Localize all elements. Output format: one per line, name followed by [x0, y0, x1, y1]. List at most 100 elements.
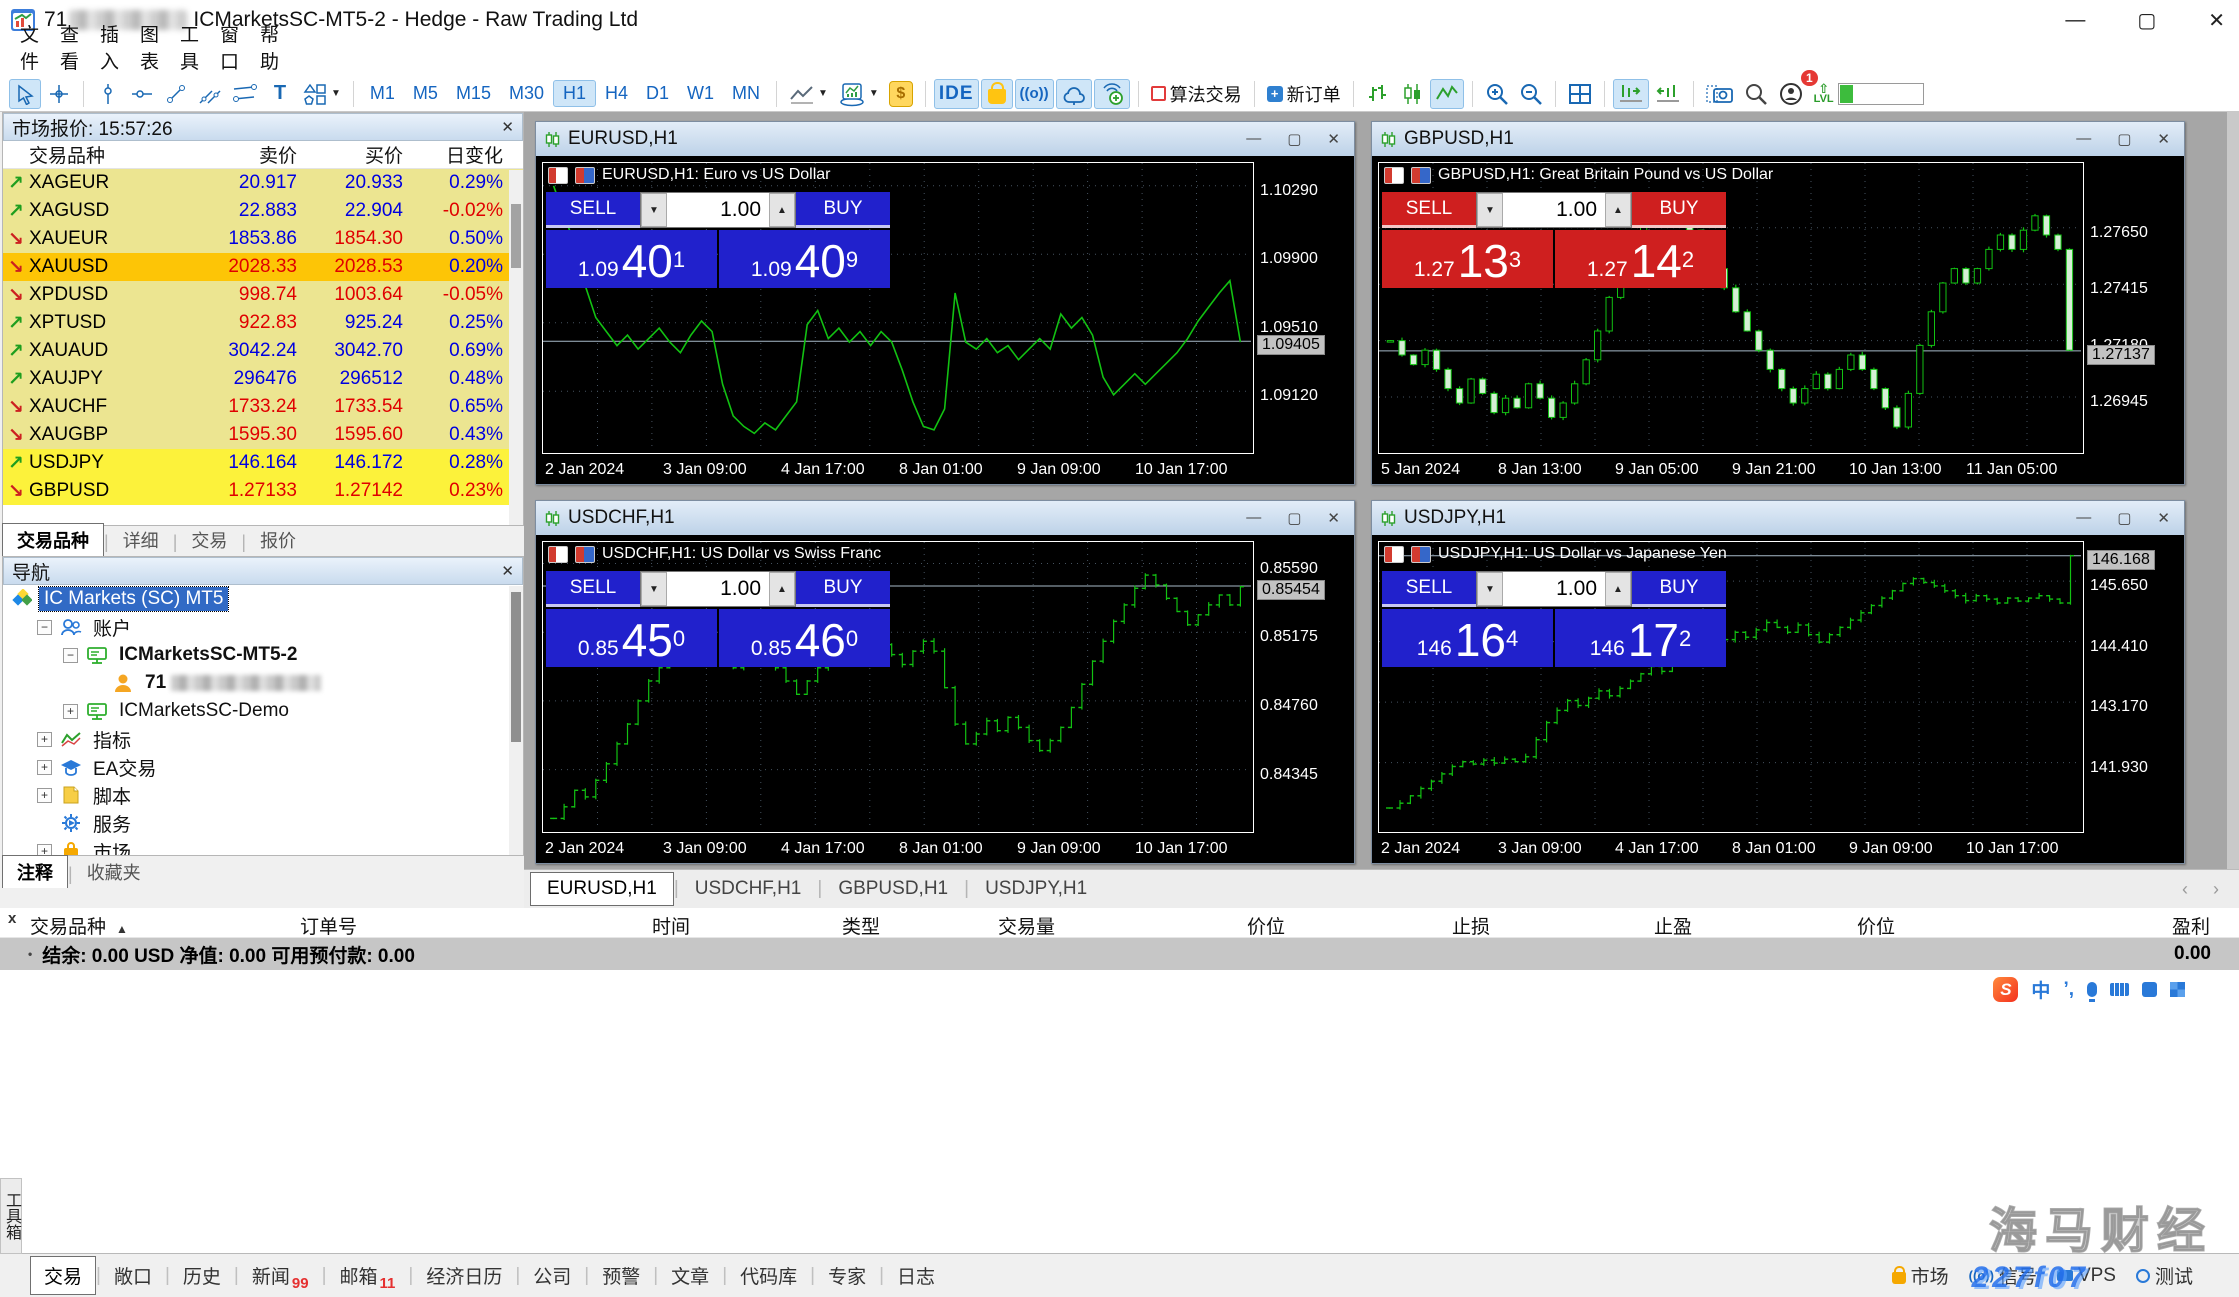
status-市场[interactable]: 市场 — [1892, 1262, 1949, 1289]
navigator-tab-1[interactable]: 收藏夹 — [73, 856, 155, 888]
ime-grid-icon[interactable] — [2170, 982, 2185, 997]
ide-button[interactable]: IDE — [934, 79, 979, 109]
timeframe-d1[interactable]: D1 — [637, 81, 678, 106]
toolbox-tab-邮箱[interactable]: 邮箱11 — [327, 1257, 409, 1294]
chart-window-titlebar[interactable]: USDJPY,H1 — ▢ ✕ — [1372, 501, 2184, 535]
indicators-menu-icon[interactable]: ▼ — [834, 79, 883, 109]
market-watch-close-icon[interactable]: ✕ — [501, 118, 514, 136]
market-watch-row[interactable]: ↘GBPUSD1.271331.271420.23% — [3, 477, 523, 505]
market-watch-row[interactable]: ↗XPTUSD922.83925.240.25% — [3, 309, 523, 337]
new-order-button[interactable]: +新订单 — [1263, 79, 1345, 109]
toolbox-tab-日志[interactable]: 日志 — [884, 1257, 948, 1294]
sogou-logo-icon[interactable]: S — [1993, 977, 2018, 1002]
trade-column-6[interactable]: 止损 — [1452, 912, 1490, 939]
sell-button[interactable]: SELL — [546, 571, 640, 607]
chart-restore-button[interactable]: ▢ — [1287, 509, 1301, 527]
navigator-scrollbar[interactable] — [509, 586, 523, 855]
toolbox-tab-历史[interactable]: 历史 — [170, 1257, 234, 1294]
trade-column-2[interactable]: 时间 — [652, 912, 690, 939]
chart-restore-button[interactable]: ▢ — [1287, 130, 1301, 148]
buy-price-display[interactable]: 0.85460 — [719, 609, 890, 667]
tree-expand-minus-icon[interactable]: − — [37, 620, 52, 635]
status-测试[interactable]: 测试 — [2136, 1262, 2193, 1289]
toolbox-side-tab[interactable]: 工具箱 — [0, 1178, 22, 1254]
buy-price-display[interactable]: 1.27142 — [1555, 230, 1726, 288]
depth-of-market-icon[interactable] — [548, 167, 568, 184]
market-watch-row[interactable]: ↗XAGEUR20.91720.9330.29% — [3, 169, 523, 197]
line-chart-mode-icon[interactable] — [1430, 79, 1464, 109]
toolbox-tab-代码库[interactable]: 代码库 — [727, 1257, 810, 1294]
buy-price-display[interactable]: 146172 — [1555, 609, 1726, 667]
market-watch-row[interactable]: ↗XAUAUD3042.243042.700.69% — [3, 337, 523, 365]
volume-increase-button[interactable]: ▲ — [1605, 193, 1631, 227]
chart-restore-button[interactable]: ▢ — [2117, 130, 2131, 148]
time-axis[interactable]: 2 Jan 20243 Jan 09:004 Jan 17:008 Jan 01… — [1378, 835, 2084, 863]
app-minimize-button[interactable]: — — [2065, 9, 2085, 32]
timeframe-m15[interactable]: M15 — [447, 81, 500, 106]
chart-canvas[interactable]: 1.276501.274151.271801.269451.27137 5 Ja… — [1372, 156, 2184, 484]
volume-input[interactable]: 1.00 — [1503, 572, 1605, 606]
broadcast-add-icon[interactable] — [1094, 79, 1130, 109]
chart-minimize-button[interactable]: — — [1246, 130, 1261, 148]
toolbox-tab-敞口[interactable]: 敞口 — [101, 1257, 165, 1294]
toolbox-close-icon[interactable]: x — [8, 910, 16, 927]
buy-button[interactable]: BUY — [796, 192, 890, 228]
navigator-item-6[interactable]: +EA交易 — [3, 753, 523, 781]
sell-price-display[interactable]: 146164 — [1382, 609, 1553, 667]
chart-shift-icon[interactable] — [1651, 79, 1685, 109]
chart-canvas[interactable]: 145.650144.410143.170141.930146.168 2 Ja… — [1372, 535, 2184, 863]
cloud-icon[interactable] — [1056, 79, 1092, 109]
time-axis[interactable]: 5 Jan 20248 Jan 13:009 Jan 05:009 Jan 21… — [1378, 456, 2084, 484]
ime-toolbox-icon[interactable] — [2142, 982, 2157, 997]
notifications-icon[interactable]: 1 — [1774, 79, 1808, 109]
chart-close-button[interactable]: ✕ — [2157, 130, 2170, 148]
candlestick-mode-icon[interactable] — [1396, 79, 1428, 109]
sell-button[interactable]: SELL — [1382, 192, 1476, 228]
chart-window-titlebar[interactable]: USDCHF,H1 — ▢ ✕ — [536, 501, 1354, 535]
trendline-tool-icon[interactable] — [160, 79, 192, 109]
price-axis[interactable]: 1.102901.099001.095101.091201.09405 — [1254, 162, 1354, 454]
ime-punctuation-toggle[interactable]: ’, — [2063, 979, 2074, 1001]
trade-column-0[interactable]: 交易品种▲ — [30, 912, 128, 939]
navigator-item-1[interactable]: −账户 — [3, 613, 523, 641]
trade-column-4[interactable]: 交易量 — [998, 912, 1055, 939]
tree-expand-plus-icon[interactable]: + — [37, 732, 52, 747]
price-axis[interactable]: 1.276501.274151.271801.269451.27137 — [2084, 162, 2184, 454]
search-icon[interactable] — [1740, 79, 1772, 109]
menu-item[interactable]: 帮助(H) — [240, 40, 280, 76]
menu-item[interactable]: 窗口(W) — [200, 40, 240, 76]
timeframe-mn[interactable]: MN — [723, 81, 769, 106]
depth-of-market-icon[interactable] — [548, 546, 568, 563]
toolbox-tab-公司[interactable]: 公司 — [520, 1257, 584, 1294]
chart-canvas[interactable]: 1.102901.099001.095101.091201.09405 2 Ja… — [536, 156, 1354, 484]
trade-column-1[interactable]: 订单号 — [300, 912, 357, 939]
sell-price-display[interactable]: 1.09401 — [546, 230, 717, 288]
volume-input[interactable]: 1.00 — [1503, 193, 1605, 227]
chart-tab-2[interactable]: GBPUSD,H1 — [822, 873, 964, 905]
sell-price-display[interactable]: 1.27133 — [1382, 230, 1553, 288]
volume-decrease-button[interactable]: ▼ — [1477, 572, 1503, 606]
timeframe-h1[interactable]: H1 — [553, 80, 596, 107]
quick-chart-icon[interactable] — [1411, 546, 1431, 563]
navigator-item-5[interactable]: +指标 — [3, 725, 523, 753]
market-watch-tab-1[interactable]: 详细 — [109, 524, 173, 556]
market-watch-tab-2[interactable]: 交易 — [177, 524, 241, 556]
chart-canvas[interactable]: 0.855900.851750.847600.843450.85454 2 Ja… — [536, 535, 1354, 863]
navigator-item-4[interactable]: +ICMarketsSC-Demo — [3, 697, 523, 725]
menu-item[interactable]: 查看(V) — [40, 40, 80, 76]
volume-increase-button[interactable]: ▲ — [769, 193, 795, 227]
depth-of-market-icon[interactable] — [1384, 546, 1404, 563]
quick-chart-icon[interactable] — [1411, 167, 1431, 184]
volume-decrease-button[interactable]: ▼ — [1477, 193, 1503, 227]
tree-expand-plus-icon[interactable]: + — [37, 760, 52, 775]
toolbox-tab-经济日历[interactable]: 经济日历 — [413, 1257, 515, 1294]
app-close-button[interactable]: ✕ — [2208, 8, 2225, 33]
chart-close-button[interactable]: ✕ — [2157, 509, 2170, 527]
chart-minimize-button[interactable]: — — [1246, 509, 1261, 527]
cursor-tool-icon[interactable] — [9, 79, 41, 109]
chart-tab-scroll-arrows[interactable]: ‹ › — [2182, 879, 2239, 900]
time-axis[interactable]: 2 Jan 20243 Jan 09:004 Jan 17:008 Jan 01… — [542, 456, 1254, 484]
app-maximize-button[interactable]: ▢ — [2137, 8, 2156, 33]
quick-chart-icon[interactable] — [575, 546, 595, 563]
signals-icon[interactable]: ((o)) — [1015, 79, 1054, 109]
